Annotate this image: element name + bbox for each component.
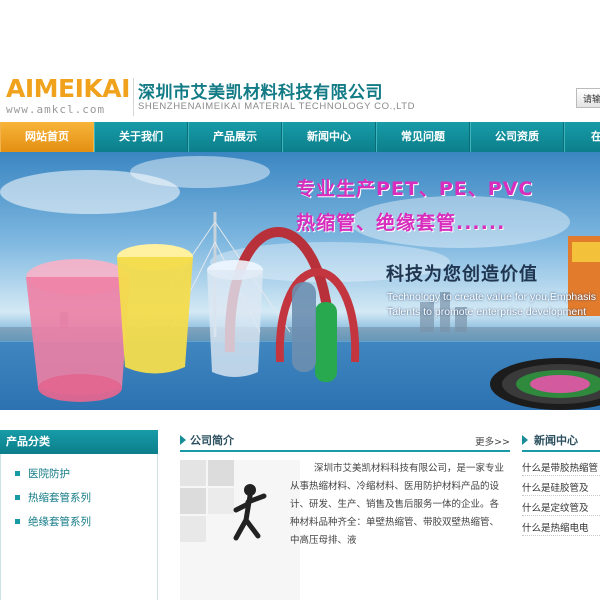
news-center-title: 新闻中心 [534,434,578,447]
banner-slogan-line2: 热缩管、绝缘套管...... [296,212,506,234]
product-category-list: 医院防护 热缩套管系列 绝缘套管系列 [0,454,158,600]
nav-item-faq[interactable]: 常见问题 [376,122,470,152]
top-blank-area [0,0,600,70]
news-item[interactable]: 什么是硅胶管及 [522,480,600,496]
logo-url: www.amkcl.com [6,103,106,116]
bullet-icon [15,518,20,524]
company-name-en: SHENZHENAIMEIKAI MATERIAL TECHNOLOGY CO.… [138,101,416,112]
news-item[interactable]: 什么是热缩电电 [522,520,600,536]
category-item-medical[interactable]: 医院防护 [15,466,70,484]
news-center-header: 新闻中心 [522,430,600,452]
company-name-cn: 深圳市艾美凯材料科技有限公司 [138,83,383,103]
bullet-icon [15,470,20,476]
category-label: 热缩套管系列 [28,492,91,504]
nav-item-about[interactable]: 关于我们 [94,122,188,152]
company-intro-image [180,460,300,600]
hero-banner: 专业生产PET、PE、PVC 热缩管、绝缘套管...... 科技为您创造价值 T… [0,152,600,410]
news-item[interactable]: 什么是定纹管及 [522,500,600,516]
nav-item-qualification[interactable]: 公司资质 [470,122,564,152]
header-divider [133,78,134,116]
triangle-icon [522,435,528,445]
triangle-icon [180,435,186,445]
main-nav: 网站首页 关于我们 产品展示 新闻中心 常见问题 公司资质 在 [0,122,600,152]
company-intro-header: 公司简介 更多>> [180,430,510,452]
header-search-button[interactable]: 请输 [576,88,600,108]
category-item-insulation[interactable]: 绝缘套管系列 [15,514,91,532]
main-content: 产品分类 医院防护 热缩套管系列 绝缘套管系列 公司简介 更多>> 深圳市艾美凯… [0,410,600,600]
company-intro-title: 公司简介 [190,434,234,447]
banner-slogan-en-line2: Talents to promote enterprise developmen… [387,306,587,318]
banner-slogan-line1: 专业生产PET、PE、PVC [296,178,534,200]
category-item-heat-shrink[interactable]: 热缩套管系列 [15,490,91,508]
nav-item-home[interactable]: 网站首页 [0,122,94,152]
category-label: 绝缘套管系列 [28,516,91,528]
category-label: 医院防护 [28,468,70,480]
nav-item-products[interactable]: 产品展示 [188,122,282,152]
nav-item-online[interactable]: 在 [564,122,600,152]
news-item[interactable]: 什么是带胶热缩管 [522,460,600,476]
bullet-icon [15,494,20,500]
company-intro-more-link[interactable]: 更多>> [475,434,510,448]
nav-item-news[interactable]: 新闻中心 [282,122,376,152]
banner-slogan-cn: 科技为您创造价值 [386,264,538,285]
banner-slogan-en-line1: Technology to create value for you,Empha… [387,291,596,303]
businessman-figure-icon [180,460,267,542]
logo-wordmark[interactable]: AIMEIKAI [6,76,130,102]
company-intro-text: 深圳市艾美凯材料科技有限公司，是一家专业从事热缩材料、冷缩材料、医用防护材料产品… [290,463,505,546]
product-category-title: 产品分类 [0,430,158,454]
site-header: AIMEIKAI www.amkcl.com 深圳市艾美凯材料科技有限公司 SH… [0,70,600,122]
